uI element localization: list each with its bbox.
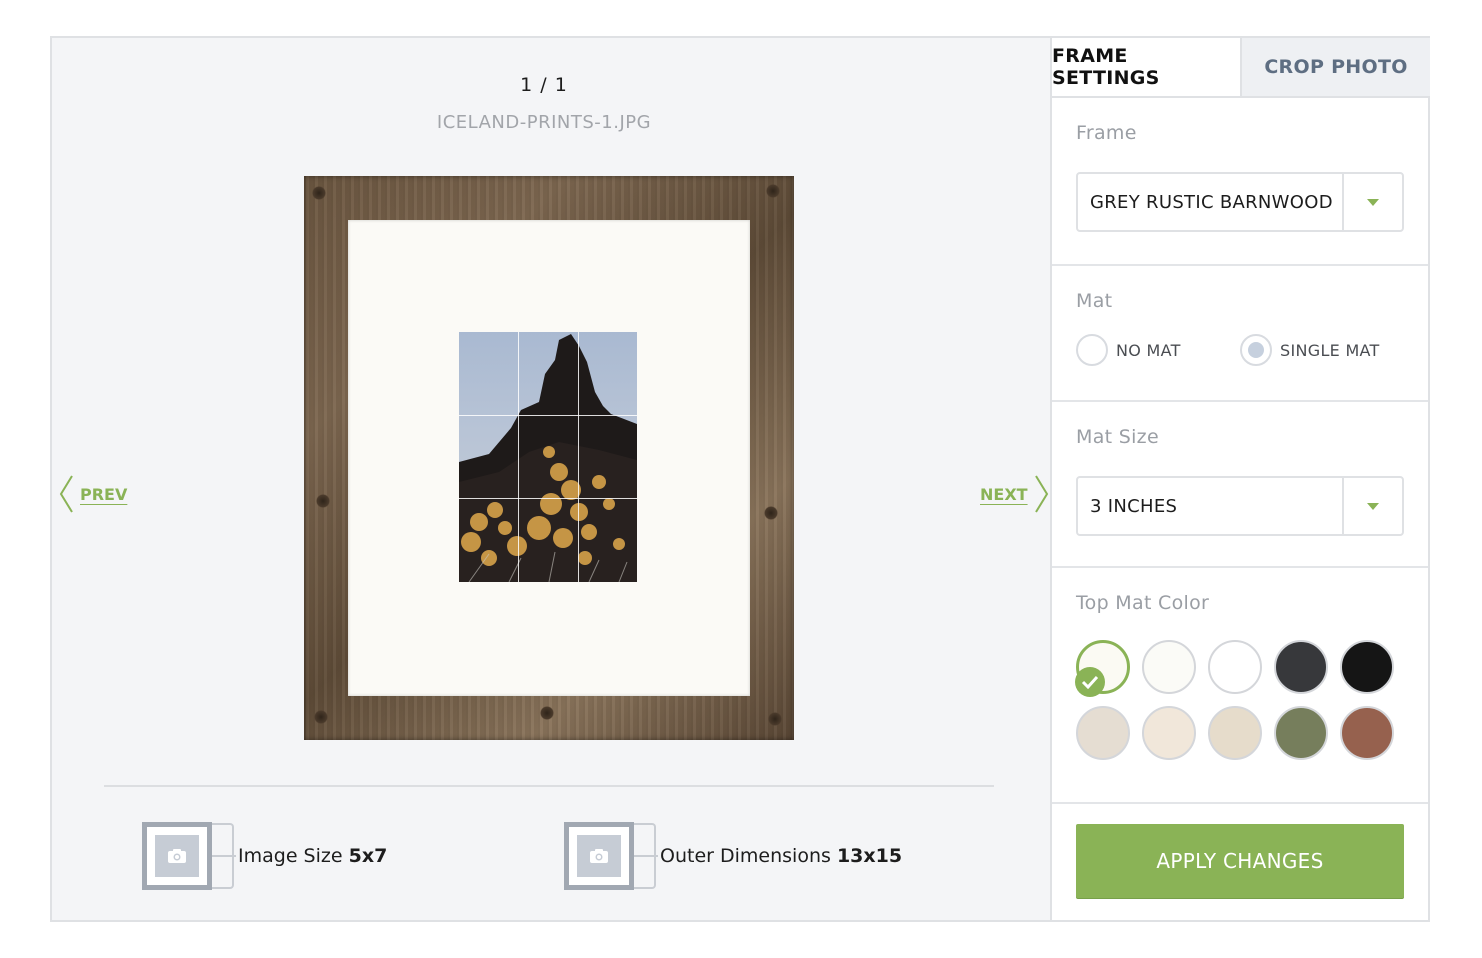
preview-divider [104,785,994,787]
mat-section: Mat NO MAT SINGLE MAT [1052,266,1428,402]
framed-print-preview [304,176,794,740]
preview-pane: 1 / 1 ICELAND-PRINTS-1.JPG PREV NEXT Ima… [52,38,1050,920]
image-size-info: Image Size 5x7 [142,822,387,890]
mat-label: Mat [1076,290,1113,312]
mat-color-swatch[interactable] [1075,640,1130,697]
mat-size-select[interactable]: 3 INCHES [1076,476,1404,536]
frame-knot [764,506,778,520]
frame-knot [766,184,780,198]
mat-color-swatch[interactable] [1274,640,1328,694]
settings-sidebar: FRAME SETTINGS CROP PHOTO Frame GREY RUS… [1050,38,1430,920]
image-counter: 1 / 1 [520,74,568,96]
outer-dimensions-info: Outer Dimensions 13x15 [564,822,902,890]
photo-image [459,334,637,582]
mat-size-label: Mat Size [1076,426,1159,448]
mat-size-select-value: 3 INCHES [1090,495,1178,517]
dropdown-arrow-icon[interactable] [1342,174,1402,230]
prev-label: PREV [80,484,128,504]
frame-knot [312,186,326,200]
chevron-left-icon [59,475,73,513]
outer-dimensions-label: Outer Dimensions [660,845,831,867]
radio-no-mat[interactable]: NO MAT [1076,334,1240,366]
camera-icon [168,849,186,863]
image-size-label: Image Size [238,845,343,867]
radio-circle[interactable] [1076,334,1108,366]
mat-color-swatch[interactable] [1142,640,1196,694]
frame-knot [540,706,554,720]
frame-select-value: GREY RUSTIC BARNWOOD [1090,191,1333,213]
checkmark-icon [1075,667,1105,697]
chevron-right-icon [1034,475,1048,513]
next-label: NEXT [980,484,1028,504]
next-button[interactable]: NEXT [980,474,1050,514]
crop-grid-line [518,332,519,582]
frame-knot [768,712,782,726]
frame-section: Frame GREY RUSTIC BARNWOOD [1052,98,1428,266]
dimension-leader [632,855,658,857]
radio-single-mat[interactable]: SINGLE MAT [1240,334,1380,366]
outer-dimensions-value: 13x15 [836,845,903,867]
mat-color-swatch[interactable] [1208,706,1262,760]
tab-frame-settings[interactable]: FRAME SETTINGS [1052,38,1240,96]
mat-color-swatch[interactable] [1340,640,1394,694]
outer-dimensions-diagram [564,822,634,890]
image-size-value: 5x7 [348,845,388,867]
crop-grid-line [578,332,579,582]
radio-single-mat-label: SINGLE MAT [1280,340,1380,360]
frame-knot [314,710,328,724]
image-filename: ICELAND-PRINTS-1.JPG [436,112,652,133]
settings-tabs: FRAME SETTINGS CROP PHOTO [1052,38,1430,98]
frame-label: Frame [1076,122,1137,144]
frame-knot [316,494,330,508]
mat-options: NO MAT SINGLE MAT [1076,334,1404,366]
mat-color-swatch[interactable] [1208,640,1262,694]
prev-button[interactable]: PREV [58,474,127,514]
radio-circle-checked[interactable] [1240,334,1272,366]
mat-board [348,220,750,696]
crop-grid-line [459,415,637,416]
photo-iceland-rock [459,332,637,582]
mat-color-swatch[interactable] [1340,706,1394,760]
camera-icon [590,849,608,863]
mat-color-label: Top Mat Color [1076,592,1210,614]
mat-color-swatch[interactable] [1274,706,1328,760]
mat-color-swatch[interactable] [1076,706,1130,760]
frame-editor: 1 / 1 ICELAND-PRINTS-1.JPG PREV NEXT Ima… [50,36,1430,922]
image-size-diagram [142,822,212,890]
tab-crop-photo[interactable]: CROP PHOTO [1240,38,1430,96]
radio-no-mat-label: NO MAT [1116,340,1181,360]
mat-color-swatch[interactable] [1142,706,1196,760]
mat-color-swatches [1075,640,1404,760]
dropdown-arrow-icon[interactable] [1342,478,1402,534]
mat-color-section: Top Mat Color [1052,568,1428,804]
frame-select[interactable]: GREY RUSTIC BARNWOOD [1076,172,1404,232]
mat-size-section: Mat Size 3 INCHES [1052,402,1428,568]
crop-grid-line [459,498,637,499]
dimension-leader [210,855,236,857]
apply-changes-button[interactable]: APPLY CHANGES [1076,824,1404,898]
